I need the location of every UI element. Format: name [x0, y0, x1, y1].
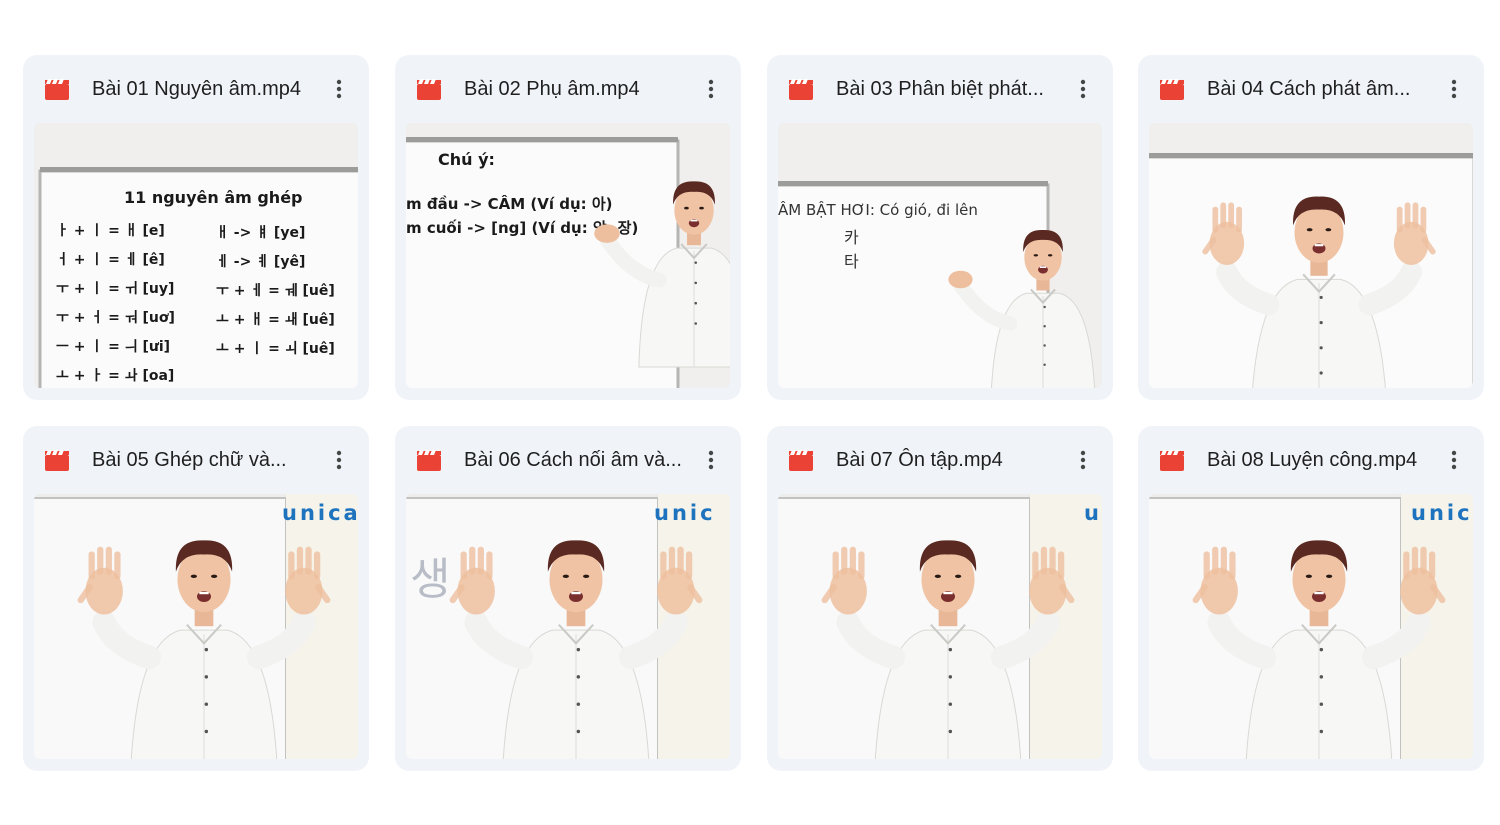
board-text: m đầu -> CÂM (Ví dụ: 아): [406, 194, 613, 213]
video-clapper-icon: [45, 450, 69, 471]
file-name[interactable]: Bài 02 Phụ âm.mp4: [464, 75, 704, 103]
board-text: ㅡ + ㅣ = ㅢ [ưi]: [56, 339, 170, 355]
more-options-button[interactable]: [323, 73, 355, 105]
file-name[interactable]: Bài 03 Phân biệt phát...: [836, 75, 1076, 103]
brand-logo-text: unicc: [1411, 501, 1473, 525]
more-vert-icon: [336, 450, 342, 470]
board-heading: ÂM BẬT HƠI: Có gió, đi lên: [778, 200, 978, 219]
thumbnail-image: u: [778, 494, 1102, 759]
video-clapper-icon: [789, 450, 813, 471]
video-clapper-icon: [1160, 450, 1184, 471]
more-vert-icon: [1080, 450, 1086, 470]
video-thumbnail[interactable]: unicc: [1149, 494, 1473, 759]
video-thumbnail[interactable]: Chú ý: m đầu -> CÂM (Ví dụ: 아) m cuối -> […: [406, 123, 730, 388]
brand-logo-text: u: [1084, 501, 1102, 525]
more-vert-icon: [1080, 79, 1086, 99]
video-thumbnail[interactable]: unica: [34, 494, 358, 759]
more-vert-icon: [708, 450, 714, 470]
file-card[interactable]: Bài 08 Luyện công.mp4 unicc: [1138, 426, 1484, 771]
more-options-button[interactable]: [1438, 73, 1470, 105]
thumbnail-image: 11 nguyên âm ghép ㅏ + ㅣ = ㅐ [e] ㅓ + ㅣ = ㅔ …: [34, 123, 358, 388]
more-options-button[interactable]: [1067, 73, 1099, 105]
thumbnail-image: unicc: [1149, 494, 1473, 759]
file-name[interactable]: Bài 08 Luyện công.mp4: [1207, 446, 1447, 474]
board-text: 타: [844, 252, 859, 271]
thumbnail-image: ÂM BẬT HƠI: Có gió, đi lên 카타: [778, 123, 1102, 388]
video-clapper-icon: [417, 450, 441, 471]
board-text: ㅗ + ㅏ = ㅘ [oa]: [56, 368, 174, 384]
file-card-header: Bài 01 Nguyên âm.mp4: [23, 55, 369, 123]
board-heading: Chú ý:: [438, 150, 495, 169]
video-thumbnail[interactable]: 11 nguyên âm ghép ㅏ + ㅣ = ㅐ [e] ㅓ + ㅣ = ㅔ …: [34, 123, 358, 388]
video-thumbnail[interactable]: u: [778, 494, 1102, 759]
board-text: ㅐ -> ㅒ [ye]: [216, 225, 305, 241]
video-clapper-icon: [789, 79, 813, 100]
brand-logo-text: unica: [282, 501, 358, 525]
file-name[interactable]: Bài 01 Nguyên âm.mp4: [92, 75, 332, 103]
more-vert-icon: [1451, 79, 1457, 99]
board-text: ㅏ + ㅣ = ㅐ [e]: [56, 223, 165, 239]
video-thumbnail[interactable]: unic 생: [406, 494, 730, 759]
file-grid: Bài 01 Nguyên âm.mp4 11 nguyên âm ghép ㅏ +…: [0, 0, 1500, 825]
video-clapper-icon: [45, 79, 69, 100]
video-clapper-icon: [417, 79, 441, 100]
file-card-header: Bài 05 Ghép chữ và...: [23, 426, 369, 494]
board-text: 카: [844, 228, 859, 247]
file-card-header: Bài 03 Phân biệt phát...: [767, 55, 1113, 123]
thumbnail-image: [1149, 123, 1473, 388]
more-vert-icon: [708, 79, 714, 99]
file-card[interactable]: Bài 05 Ghép chữ và... unica: [23, 426, 369, 771]
more-options-button[interactable]: [323, 444, 355, 476]
file-card[interactable]: Bài 03 Phân biệt phát... ÂM BẬT HƠI: Có g…: [767, 55, 1113, 400]
video-clapper-icon: [1160, 79, 1184, 100]
file-name[interactable]: Bài 06 Cách nối âm và...: [464, 446, 704, 474]
file-card[interactable]: Bài 04 Cách phát âm...: [1138, 55, 1484, 400]
brand-logo-text: unic: [654, 501, 716, 525]
file-name[interactable]: Bài 05 Ghép chữ và...: [92, 446, 332, 474]
file-card-header: Bài 02 Phụ âm.mp4: [395, 55, 741, 123]
board-text: ㅜ + ㅔ = ㅞ [uê]: [216, 283, 335, 299]
thumbnail-image: unica: [34, 494, 358, 759]
file-name[interactable]: Bài 04 Cách phát âm...: [1207, 75, 1447, 103]
more-options-button[interactable]: [1438, 444, 1470, 476]
more-options-button[interactable]: [695, 73, 727, 105]
board-text: 생: [410, 554, 450, 605]
board-text: ㅓ + ㅣ = ㅔ [ê]: [56, 252, 165, 268]
file-card[interactable]: Bài 02 Phụ âm.mp4 Chú ý: m đầu -> CÂM (Ví …: [395, 55, 741, 400]
file-card-header: Bài 06 Cách nối âm và...: [395, 426, 741, 494]
file-card[interactable]: Bài 06 Cách nối âm và... unic 생: [395, 426, 741, 771]
file-name[interactable]: Bài 07 Ôn tập.mp4: [836, 446, 1076, 474]
more-options-button[interactable]: [695, 444, 727, 476]
board-text: ㅜ + ㅓ = ㅝ [uơ]: [56, 310, 175, 326]
thumbnail-image: unic 생: [406, 494, 730, 759]
file-card-header: Bài 07 Ôn tập.mp4: [767, 426, 1113, 494]
more-vert-icon: [336, 79, 342, 99]
more-options-button[interactable]: [1067, 444, 1099, 476]
more-vert-icon: [1451, 450, 1457, 470]
video-thumbnail[interactable]: ÂM BẬT HƠI: Có gió, đi lên 카 타: [778, 123, 1102, 388]
thumbnail-image: Chú ý:m đầu -> CÂM (Ví dụ: 아)m cuối -> […: [406, 123, 730, 388]
board-heading: 11 nguyên âm ghép: [124, 188, 303, 207]
file-card-header: Bài 04 Cách phát âm...: [1138, 55, 1484, 123]
board-text: ㅔ -> ㅖ [yê]: [216, 254, 305, 270]
file-card-header: Bài 08 Luyện công.mp4: [1138, 426, 1484, 494]
file-card[interactable]: Bài 07 Ôn tập.mp4 u: [767, 426, 1113, 771]
video-thumbnail[interactable]: [1149, 123, 1473, 388]
file-card[interactable]: Bài 01 Nguyên âm.mp4 11 nguyên âm ghép ㅏ +…: [23, 55, 369, 400]
board-text: ㅗ + ㅣ = ㅚ [uê]: [216, 341, 335, 357]
board-text: ㅜ + ㅣ = ㅟ [uy]: [56, 281, 174, 297]
board-text: ㅗ + ㅐ = ㅙ [uê]: [216, 312, 335, 328]
